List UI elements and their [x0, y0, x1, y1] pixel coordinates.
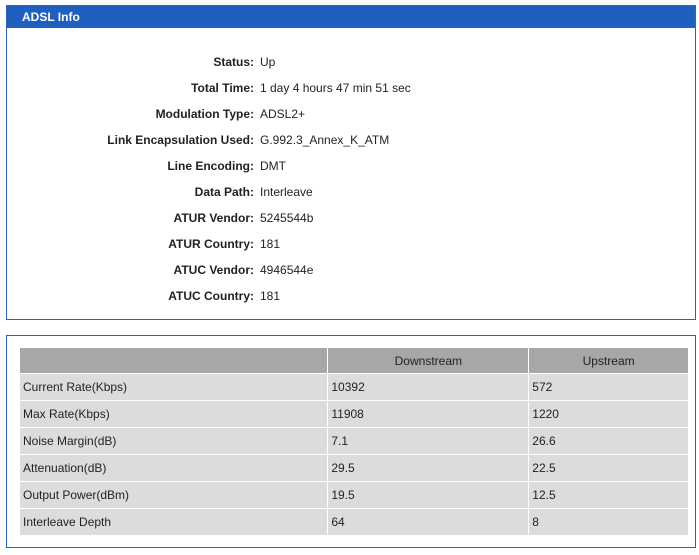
upstream-value: 22.5 [528, 454, 689, 482]
line-statistics-table: Downstream Upstream Current Rate(Kbps) 1… [18, 347, 689, 536]
info-value: 1 day 4 hours 47 min 51 sec [260, 81, 411, 95]
info-label: Data Path: [194, 185, 254, 199]
downstream-value: 7.1 [327, 427, 530, 455]
info-row-data-path: Data Path: Interleave [7, 182, 695, 202]
table-row: Attenuation(dB) 29.5 22.5 [18, 454, 689, 482]
info-row-atuc-vendor: ATUC Vendor: 4946544e [7, 260, 695, 280]
info-value: 181 [260, 237, 281, 251]
info-label: ATUR Country: [168, 237, 254, 251]
header-blank [18, 347, 329, 374]
row-label: Current Rate(Kbps) [18, 373, 329, 401]
info-label: ATUR Vendor: [173, 211, 254, 225]
info-row-atur-vendor: ATUR Vendor: 5245544b [7, 208, 695, 228]
info-value: G.992.3_Annex_K_ATM [260, 133, 390, 147]
downstream-value: 29.5 [327, 454, 530, 482]
downstream-value: 11908 [327, 400, 530, 428]
header-upstream: Upstream [528, 347, 689, 374]
upstream-value: 26.6 [528, 427, 689, 455]
upstream-value: 572 [528, 373, 689, 401]
row-label: Max Rate(Kbps) [18, 400, 329, 428]
info-value: 5245544b [260, 211, 314, 225]
table-header-row: Downstream Upstream [18, 347, 689, 374]
upstream-value: 1220 [528, 400, 689, 428]
table-row: Output Power(dBm) 19.5 12.5 [18, 481, 689, 509]
info-value: Up [260, 55, 276, 69]
info-row-line-encoding: Line Encoding: DMT [7, 156, 695, 176]
info-label: Status: [213, 55, 254, 69]
downstream-value: 10392 [327, 373, 530, 401]
header-downstream: Downstream [327, 347, 530, 374]
info-row-atur-country: ATUR Country: 181 [7, 234, 695, 254]
info-label: Modulation Type: [155, 107, 254, 121]
info-value: 181 [260, 289, 281, 303]
table-row: Interleave Depth 64 8 [18, 508, 689, 536]
adsl-info-panel: ADSL Info Status: Up Total Time: 1 day 4… [6, 5, 696, 320]
row-label: Noise Margin(dB) [18, 427, 329, 455]
info-row-status: Status: Up [7, 52, 695, 72]
table-row: Current Rate(Kbps) 10392 572 [18, 373, 689, 401]
downstream-value: 64 [327, 508, 530, 536]
info-label: ATUC Country: [168, 289, 254, 303]
info-row-total-time: Total Time: 1 day 4 hours 47 min 51 sec [7, 78, 695, 98]
table-row: Noise Margin(dB) 7.1 26.6 [18, 427, 689, 455]
info-value: Interleave [260, 185, 313, 199]
row-label: Output Power(dBm) [18, 481, 329, 509]
line-statistics-panel: Downstream Upstream Current Rate(Kbps) 1… [6, 335, 696, 548]
info-value: ADSL2+ [260, 107, 306, 121]
info-value: 4946544e [260, 263, 314, 277]
row-label: Attenuation(dB) [18, 454, 329, 482]
info-value: DMT [260, 159, 286, 173]
row-label: Interleave Depth [18, 508, 329, 536]
panel-title: ADSL Info [7, 6, 695, 28]
info-row-modulation-type: Modulation Type: ADSL2+ [7, 104, 695, 124]
info-label: Total Time: [191, 81, 254, 95]
info-label: Link Encapsulation Used: [107, 133, 254, 147]
downstream-value: 19.5 [327, 481, 530, 509]
info-label: ATUC Vendor: [173, 263, 254, 277]
table-row: Max Rate(Kbps) 11908 1220 [18, 400, 689, 428]
upstream-value: 8 [528, 508, 689, 536]
info-row-link-encapsulation: Link Encapsulation Used: G.992.3_Annex_K… [7, 130, 695, 150]
info-label: Line Encoding: [167, 159, 254, 173]
info-row-atuc-country: ATUC Country: 181 [7, 286, 695, 306]
upstream-value: 12.5 [528, 481, 689, 509]
